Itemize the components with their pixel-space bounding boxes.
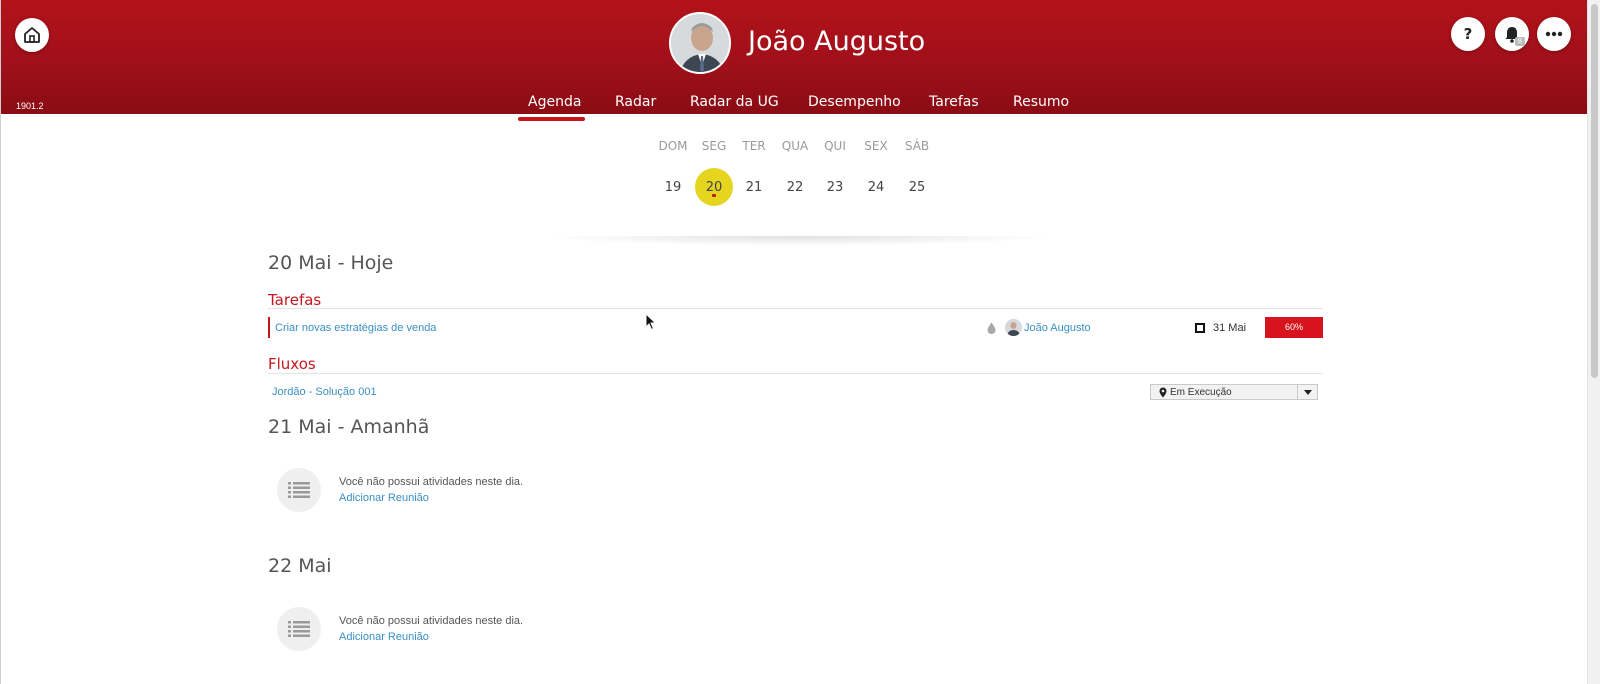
add-meeting-link[interactable]: Adicionar Reunião (339, 631, 429, 643)
app-frame: 1901.2 João Augusto ? 8 Agenda Radar Rad… (0, 0, 1600, 684)
help-button[interactable]: ? (1451, 17, 1485, 51)
day-heading-today: 20 Mai - Hoje (268, 252, 394, 274)
flow-status-value: Em Execução (1170, 386, 1232, 398)
tab-radar-da-ug[interactable]: Radar da UG (690, 94, 779, 110)
event-dot (712, 194, 716, 197)
task-responsible-link[interactable]: João Augusto (1024, 322, 1091, 334)
calendar-day-selected[interactable]: 20 (694, 180, 734, 195)
tasks-section-title: Tarefas (268, 291, 322, 309)
help-icon: ? (1463, 25, 1473, 43)
main-nav: Agenda Radar Radar da UG Desempenho Tare… (1, 94, 1587, 116)
responsible-avatar (1005, 319, 1022, 336)
calendar-shadow (541, 236, 1057, 246)
calendar-day[interactable]: 24 (856, 180, 896, 195)
calendar-day[interactable]: 22 (775, 180, 815, 195)
tab-radar[interactable]: Radar (615, 94, 656, 110)
user-name: João Augusto (748, 26, 926, 57)
task-priority-bar (268, 317, 270, 338)
day-heading-tomorrow: 21 Mai - Amanhã (268, 416, 430, 438)
active-tab-indicator (518, 117, 585, 121)
weekday-label: QUA (781, 139, 809, 153)
location-pin-icon (1159, 387, 1167, 398)
task-due-date: 31 Mai (1213, 322, 1247, 334)
drop-icon (987, 322, 996, 334)
tab-resumo[interactable]: Resumo (1013, 94, 1069, 110)
weekday-label: SÁB (904, 139, 930, 153)
list-icon (277, 607, 321, 651)
chevron-down-icon[interactable] (1297, 385, 1317, 399)
tab-agenda[interactable]: Agenda (528, 94, 581, 110)
weekday-label: DOM (658, 139, 688, 153)
notifications-button[interactable]: 8 (1495, 17, 1529, 51)
weekday-label: TER (742, 139, 766, 153)
section-divider (268, 308, 1323, 309)
weekday-label: SEG (701, 139, 727, 153)
list-icon (277, 468, 321, 512)
calendar-day[interactable]: 21 (734, 180, 774, 195)
home-button[interactable] (15, 18, 49, 52)
section-divider (268, 373, 1323, 374)
calendar-day[interactable]: 25 (897, 180, 937, 195)
task-checkbox[interactable] (1195, 323, 1205, 333)
calendar-day[interactable]: 23 (815, 180, 855, 195)
flows-section-title: Fluxos (268, 355, 316, 373)
add-meeting-link[interactable]: Adicionar Reunião (339, 492, 429, 504)
user-avatar[interactable] (669, 12, 731, 74)
task-progress-badge: 60% (1265, 317, 1323, 338)
home-icon (24, 27, 40, 43)
flow-status-select[interactable]: Em Execução (1150, 384, 1318, 400)
tab-tarefas[interactable]: Tarefas (929, 94, 979, 110)
header: 1901.2 João Augusto ? 8 Agenda Radar Rad… (1, 0, 1587, 114)
flow-title-link[interactable]: Jordão - Solução 001 (272, 386, 377, 398)
task-title-link[interactable]: Criar novas estratégias de venda (275, 322, 436, 334)
notification-badge: 8 (1515, 37, 1525, 46)
empty-day-message: Você não possui atividades neste dia. (339, 476, 524, 488)
day-heading-22: 22 Mai (268, 555, 332, 577)
weekday-label: QUI (824, 139, 846, 153)
empty-day-message: Você não possui atividades neste dia. (339, 615, 524, 627)
user-photo (671, 14, 729, 72)
calendar-day[interactable]: 19 (653, 180, 693, 195)
mouse-cursor-icon (645, 313, 657, 331)
more-options-button[interactable] (1537, 17, 1571, 51)
weekday-label: SEX (864, 139, 888, 153)
tab-desempenho[interactable]: Desempenho (808, 94, 901, 110)
scrollbar-thumb[interactable] (1591, 4, 1598, 378)
more-dots-icon (1545, 31, 1563, 37)
